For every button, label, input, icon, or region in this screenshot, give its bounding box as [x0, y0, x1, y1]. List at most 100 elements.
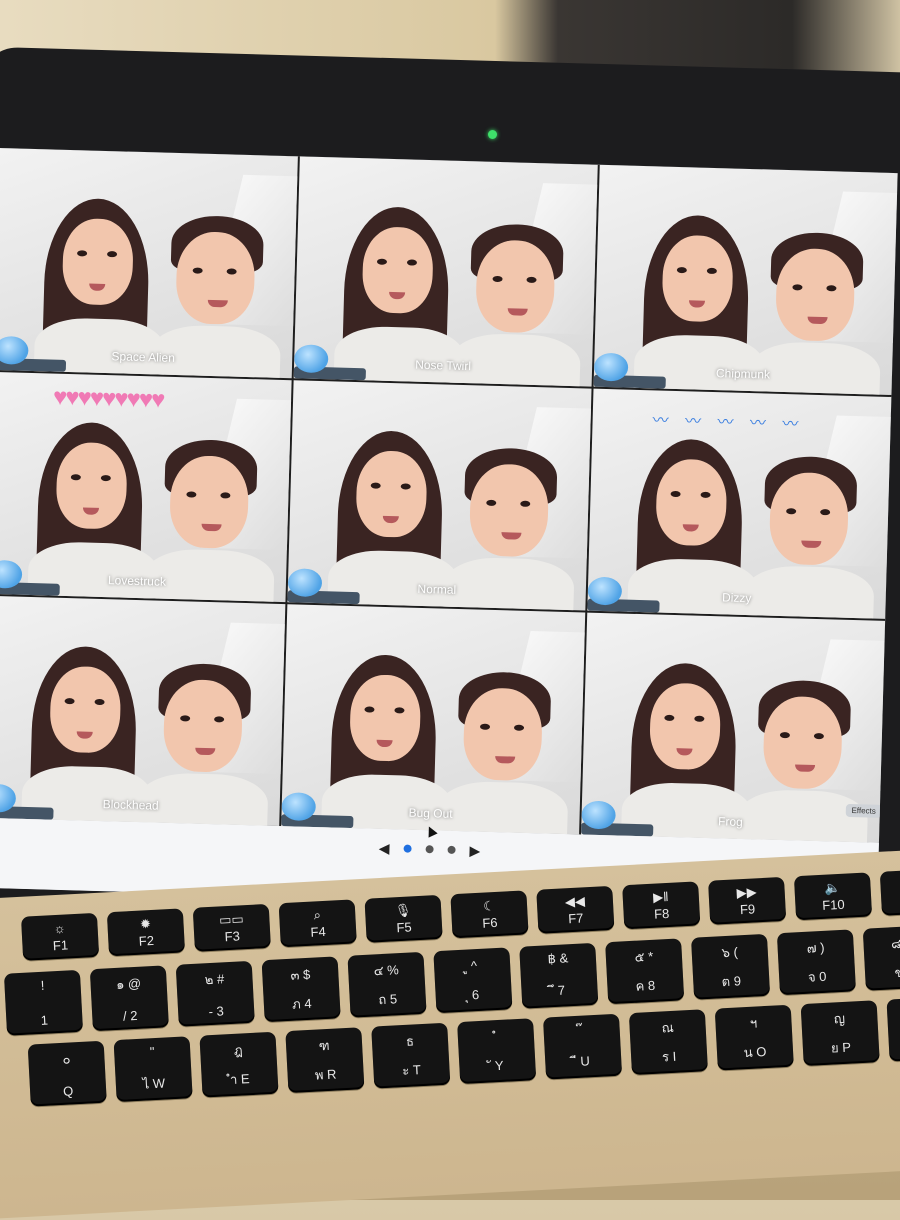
key-bottom-legend: ย P: [830, 1039, 852, 1056]
key-top-legend: ฯ: [749, 1015, 758, 1031]
effect-label: Space Alien: [111, 349, 176, 365]
person-right: [449, 209, 581, 387]
key-top-legend: ฐ: [887, 1002, 900, 1027]
key-bottom-legend: 1: [40, 1012, 49, 1028]
key-top-legend: ๑ @: [115, 975, 142, 992]
letter-key[interactable]: ณ ร I: [628, 1009, 708, 1076]
number-key[interactable]: ! 1: [3, 969, 84, 1036]
key-bottom-legend: Q: [62, 1083, 74, 1099]
function-key[interactable]: ▭▭ F3: [192, 903, 271, 952]
effect-tile[interactable]: Bug Out: [281, 604, 586, 835]
function-key[interactable]: ☼ F1: [20, 912, 100, 961]
effect-tile[interactable]: Space Alien: [0, 148, 298, 379]
key-top-legend: ธ: [405, 1033, 415, 1049]
effect-label: Lovestruck: [107, 573, 167, 589]
number-key[interactable]: ๕ * ค 8: [605, 938, 685, 1005]
letter-key[interactable]: " ไ W: [113, 1036, 193, 1103]
key-bottom-legend: F3: [224, 928, 241, 945]
hearts-overlay-icon: ♥♥♥♥♥♥♥♥♥: [52, 383, 164, 414]
key-bottom-legend: ี U: [576, 1053, 591, 1069]
effect-tile[interactable]: Frog: [581, 612, 886, 843]
key-top-legend: ๘ _: [890, 935, 900, 952]
letter-key[interactable]: ญ ย P: [800, 1000, 880, 1067]
key-top-legend: ": [149, 1044, 155, 1060]
key-bottom-legend: ั Y: [490, 1057, 504, 1074]
function-key[interactable]: 🎙 F5: [364, 894, 443, 943]
key-bottom-legend: ถ 5: [378, 991, 398, 1008]
effect-label: Chipmunk: [715, 366, 771, 382]
key-bottom-legend: ึ 7: [553, 982, 566, 999]
letter-key[interactable]: ฯ น O: [714, 1004, 794, 1071]
key-bottom-legend: F7: [567, 910, 584, 927]
key-bottom-legend: F4: [310, 923, 327, 940]
function-key[interactable]: ☾ F6: [450, 890, 529, 939]
letter-key[interactable]: ฎ ำ E: [199, 1031, 279, 1098]
camera-indicator-light: [488, 130, 497, 139]
letter-key[interactable]: ๊ ี U: [542, 1013, 623, 1080]
key-bottom-legend: F10: [821, 896, 846, 913]
key-top-legend: ฿ &: [547, 950, 569, 967]
key-top-legend: ๕ *: [634, 948, 654, 965]
number-key[interactable]: ๗ ) จ 0: [776, 929, 857, 996]
effect-tile[interactable]: Normal: [287, 380, 592, 611]
effect-tile[interactable]: ♥♥♥♥♥♥♥♥♥ Lovestruck: [0, 371, 292, 603]
number-key[interactable]: ู ^ ุ 6: [433, 947, 513, 1014]
function-key[interactable]: ◀◀ F7: [536, 885, 615, 934]
letter-key[interactable]: ฑ พ R: [285, 1027, 365, 1094]
function-key[interactable]: ⌕ F4: [278, 899, 357, 948]
effects-chip[interactable]: Effects: [845, 803, 883, 818]
key-bottom-legend: บ [: [888, 1031, 900, 1056]
number-key[interactable]: ฿ & ึ 7: [519, 942, 599, 1009]
function-key[interactable]: ▶▶ F9: [708, 876, 787, 925]
key-top-legend: ☼: [53, 920, 66, 937]
key-bottom-legend: ข -: [894, 964, 900, 981]
laptop-screen: Space Alien Nose Twirl Chipmunk ♥♥♥♥♥♥♥♥…: [0, 148, 898, 913]
key-top-legend: ๓ $: [290, 966, 311, 983]
letter-key[interactable]: ๐ Q: [27, 1040, 107, 1107]
key-bottom-legend: ร I: [661, 1048, 677, 1065]
page-dot-2[interactable]: [425, 845, 434, 854]
key-bottom-legend: ะ T: [401, 1062, 422, 1079]
number-key[interactable]: ๖ ( ต 9: [690, 933, 771, 1000]
key-top-legend: ๔ %: [373, 962, 400, 979]
key-top-legend: ู ^: [466, 958, 478, 974]
effect-label: Blockhead: [102, 797, 159, 813]
person-right: [742, 441, 875, 619]
effect-label: Normal: [417, 581, 457, 597]
effect-label: Dizzy: [721, 590, 752, 606]
effect-tile[interactable]: Chipmunk: [593, 164, 898, 395]
letter-key[interactable]: ํ ั Y: [457, 1018, 537, 1085]
function-key[interactable]: ▶‖ F8: [622, 881, 701, 930]
effect-label: Bug Out: [408, 805, 453, 821]
key-top-legend: ๖ (: [721, 944, 739, 961]
key-bottom-legend: พ R: [314, 1066, 337, 1083]
page-dot-1[interactable]: [403, 844, 412, 853]
number-key[interactable]: ๒ # - 3: [175, 960, 255, 1027]
key-bottom-legend: ภ 4: [291, 995, 312, 1012]
effect-label: Frog: [717, 814, 744, 830]
function-key[interactable]: ✹ F2: [106, 908, 186, 957]
number-key[interactable]: ๓ $ ภ 4: [261, 956, 341, 1023]
function-key[interactable]: 🔉 F11: [879, 867, 900, 916]
page-dot-3[interactable]: [447, 845, 456, 854]
previous-page-arrow-icon[interactable]: ◀: [379, 840, 390, 856]
key-top-legend: ํ: [495, 1029, 497, 1045]
number-key[interactable]: ๔ % ถ 5: [347, 951, 427, 1018]
effect-tile[interactable]: 〰 〰 〰 〰 〰 Dizzy: [587, 388, 892, 619]
function-key[interactable]: 🔈 F10: [793, 872, 873, 921]
key-bottom-legend: / 2: [122, 1007, 138, 1024]
key-bottom-legend: F5: [396, 919, 412, 936]
next-page-arrow-icon[interactable]: ▶: [469, 842, 480, 858]
effect-tile[interactable]: Nose Twirl: [293, 156, 598, 387]
key-bottom-legend: F9: [739, 901, 756, 918]
letter-key[interactable]: ฐ บ [: [886, 995, 900, 1062]
letter-key[interactable]: ธ ะ T: [371, 1022, 451, 1089]
person-right: [748, 217, 881, 395]
number-key[interactable]: ๘ _ ข -: [862, 924, 900, 991]
effect-tile[interactable]: Blockhead: [0, 595, 286, 827]
number-key[interactable]: ๑ @ / 2: [89, 965, 169, 1032]
key-top-legend: ๒ #: [204, 971, 225, 988]
key-bottom-legend: จ 0: [807, 968, 827, 985]
key-bottom-legend: ำ E: [229, 1071, 250, 1088]
key-bottom-legend: F8: [653, 905, 670, 922]
